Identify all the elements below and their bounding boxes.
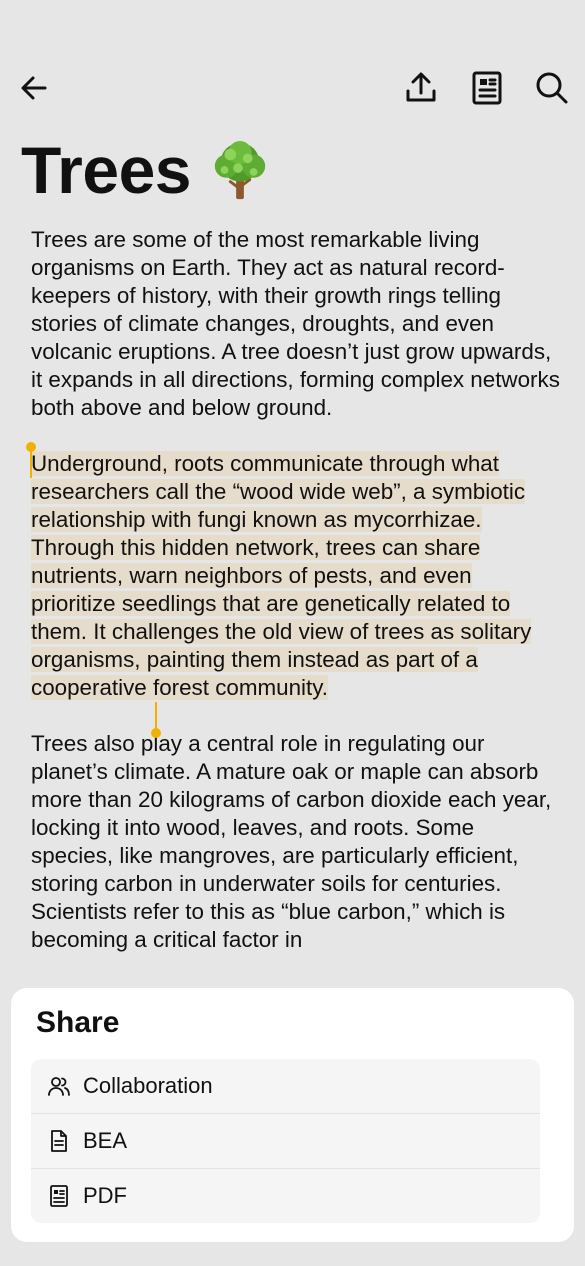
arrow-left-icon [21,76,47,100]
share-option-bea[interactable]: BEA [31,1114,540,1169]
pdf-icon [48,1185,70,1207]
share-option-collaboration[interactable]: Collaboration [31,1059,540,1114]
users-icon [48,1075,70,1097]
paragraph[interactable]: Trees also play a central role in regula… [31,730,561,954]
selection-start-handle[interactable] [26,442,36,478]
document-icon [48,1130,70,1152]
reader-view-icon [472,71,502,105]
share-option-label: Collaboration [83,1073,213,1098]
share-option-label: BEA [83,1128,128,1153]
note-title-row: Trees [21,130,271,210]
share-options-list: Collaboration BEA PDF [31,1059,540,1223]
note-title[interactable]: Trees [21,130,191,210]
selection-end-handle[interactable] [151,702,161,738]
share-sheet-title: Share [36,1006,120,1039]
reader-view-button[interactable] [465,66,509,110]
share-option-pdf[interactable]: PDF [31,1169,540,1223]
share-button[interactable] [399,66,443,110]
selected-paragraph[interactable]: Underground, roots communicate through w… [31,450,561,702]
paragraph[interactable]: Trees are some of the most remarkable li… [31,226,561,422]
note-body[interactable]: Trees are some of the most remarkable li… [31,226,561,982]
text-selection[interactable]: Underground, roots communicate through w… [31,451,532,700]
search-button[interactable] [530,66,574,110]
tree-emoji [214,140,266,200]
share-sheet: Share Collaboration BEA PDF [11,988,574,1242]
top-toolbar [0,60,585,116]
share-upload-icon [406,72,436,102]
search-icon [536,72,568,104]
back-button[interactable] [12,66,56,110]
share-option-label: PDF [83,1183,127,1208]
